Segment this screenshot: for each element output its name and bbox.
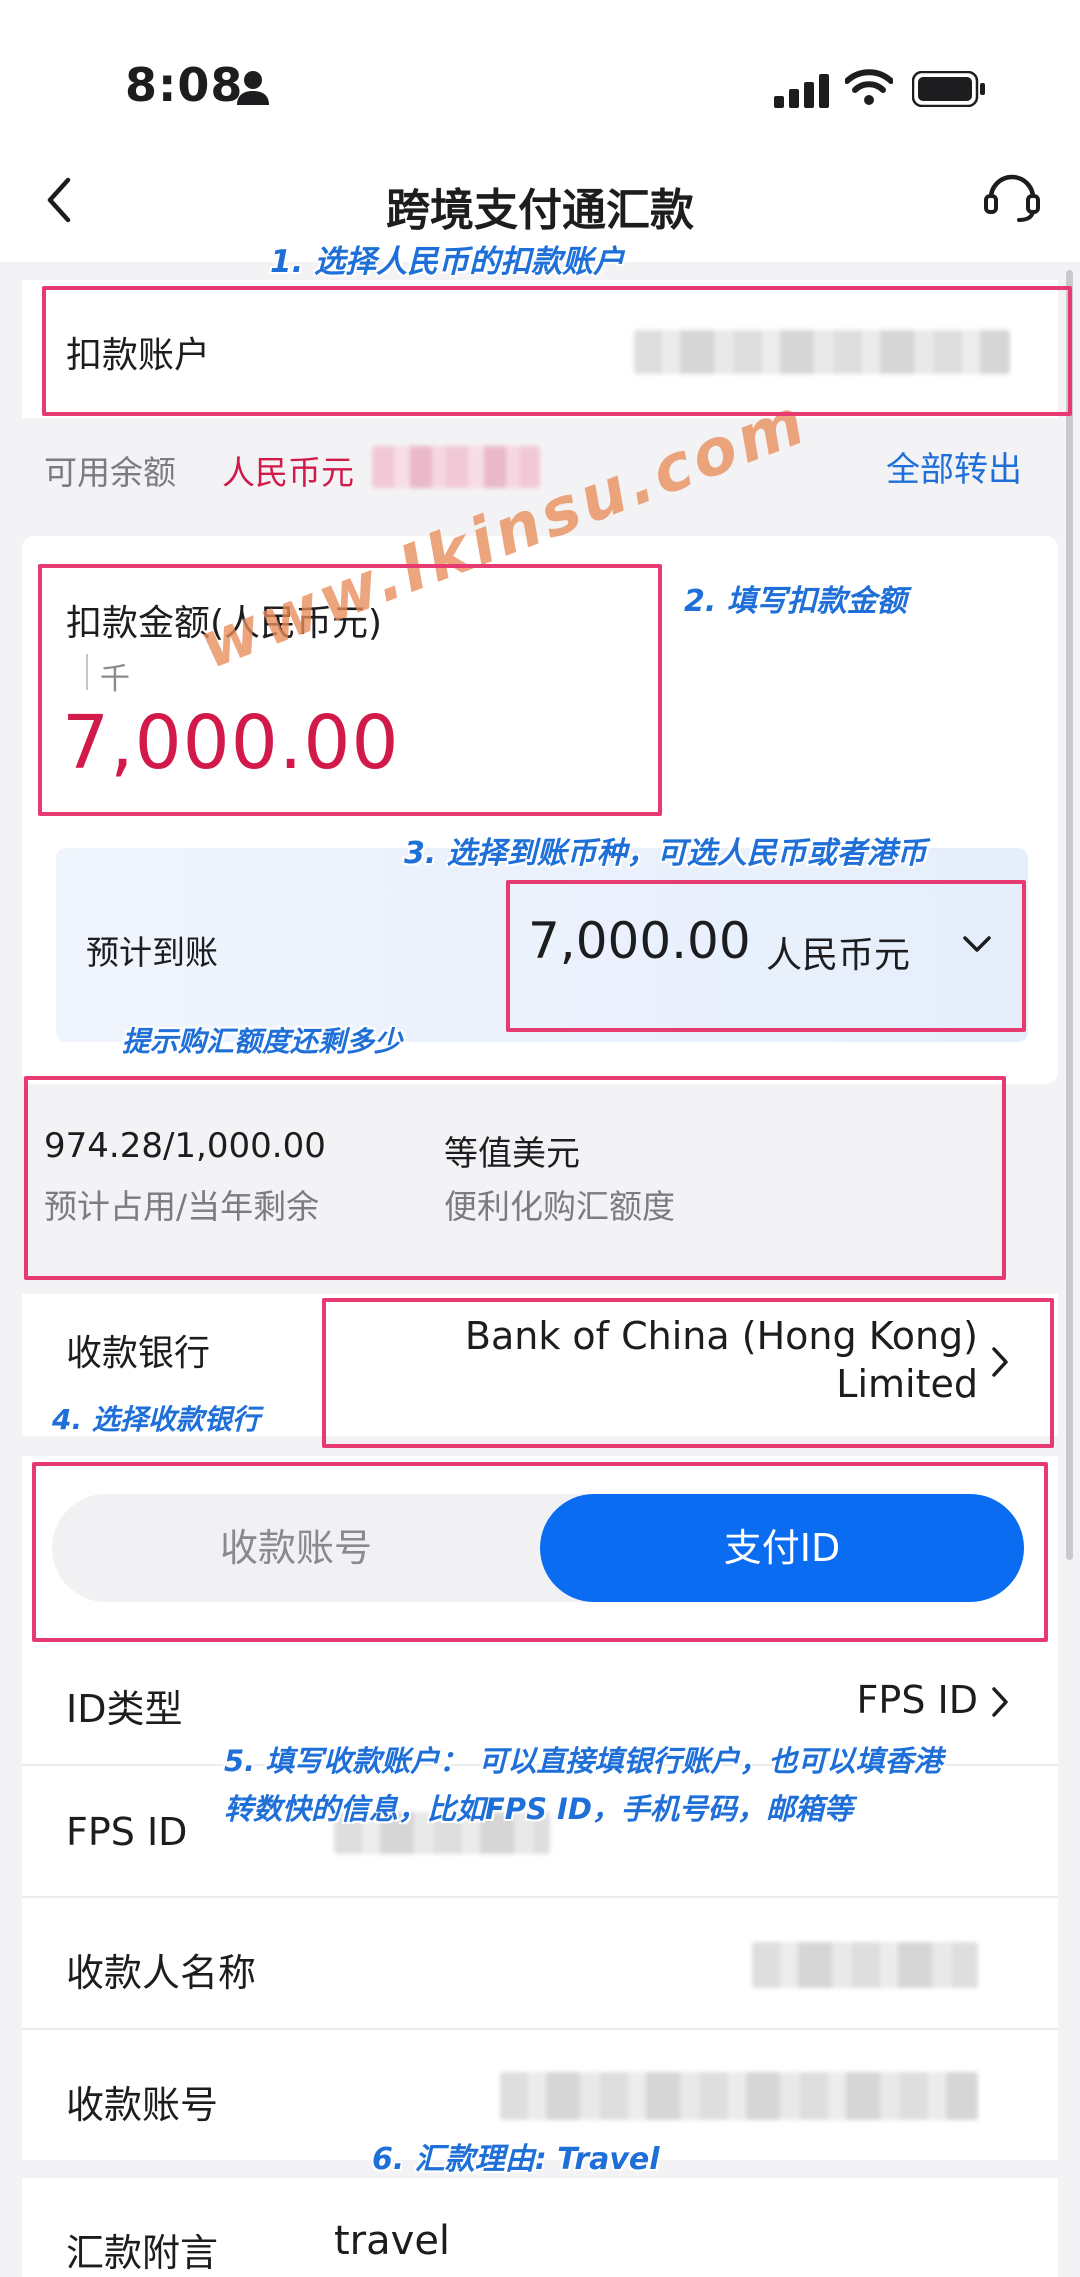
annotation-note-quota: 提示购汇额度还剩多少 [122, 1025, 403, 1058]
estimate-label: 预计到账 [86, 933, 218, 972]
id-type-value: FPS ID [856, 1678, 978, 1722]
payee-name-redacted[interactable] [752, 1942, 978, 1988]
annotation-note-5-line1: 5. 填写收款账户： 可以直接填银行账户，也可以填香港 [224, 1744, 943, 1778]
transfer-all-link[interactable]: 全部转出 [886, 442, 1022, 491]
annotation-note-6: 6. 汇款理由: Travel [372, 2142, 660, 2177]
headset-icon[interactable] [983, 168, 1041, 224]
payee-name-label: 收款人名称 [66, 1951, 257, 1995]
annotation-box-segment [32, 1462, 1048, 1642]
balance-currency: 人民币元 [222, 453, 354, 492]
annotation-box-debit-account [42, 286, 1072, 416]
remark-value[interactable]: travel [334, 2218, 450, 2264]
wifi-icon [845, 69, 893, 105]
annotation-note-1: 1. 选择人民币的扣款账户 [270, 244, 625, 280]
status-time: 8:08 [125, 58, 244, 112]
chevron-right-icon[interactable] [990, 1686, 1010, 1718]
balance-value-redacted [372, 446, 540, 488]
annotation-note-5-line2: 转数快的信息，比如FPS ID，手机号码，邮箱等 [224, 1792, 853, 1826]
divider [22, 1896, 1058, 1898]
id-type-label: ID类型 [66, 1687, 183, 1731]
payee-account-redacted[interactable] [500, 2072, 978, 2120]
fps-id-label: FPS ID [66, 1810, 188, 1854]
annotation-box-quota [24, 1076, 1006, 1280]
annotation-box-currency [506, 880, 1026, 1032]
annotation-box-amount [38, 564, 662, 816]
page-title: 跨境支付通汇款 [386, 185, 694, 236]
annotation-note-2: 2. 填写扣款金额 [684, 584, 907, 619]
signal-icon [774, 74, 829, 108]
annotation-box-bank [322, 1298, 1054, 1448]
annotation-note-3: 3. 选择到账币种，可选人民币或者港币 [404, 836, 927, 871]
balance-label: 可用余额 [44, 453, 176, 492]
person-icon [237, 71, 269, 105]
scrollbar[interactable] [1066, 270, 1073, 1560]
remark-label: 汇款附言 [66, 2231, 219, 2275]
divider [22, 2028, 1058, 2030]
battery-icon [912, 71, 985, 107]
payee-account-label: 收款账号 [66, 2083, 219, 2127]
receiving-bank-label: 收款银行 [66, 1333, 211, 1374]
annotation-note-4: 4. 选择收款银行 [52, 1403, 260, 1436]
